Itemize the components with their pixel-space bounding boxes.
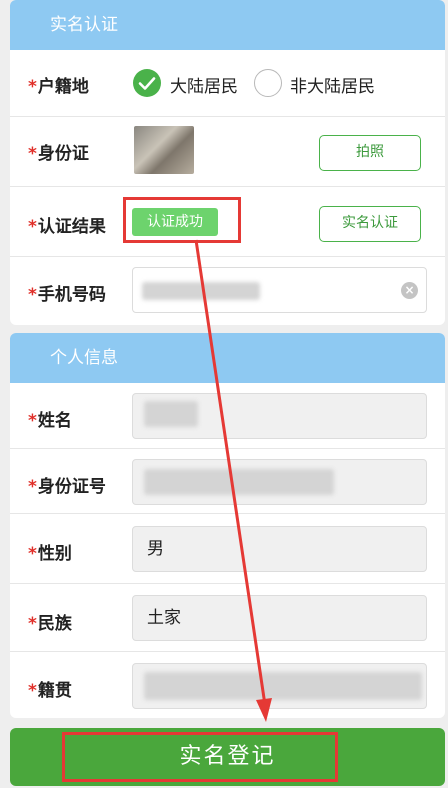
- name-label: *姓名: [28, 411, 72, 431]
- household-row: *户籍地 大陆居民 非大陆居民: [10, 50, 445, 116]
- clear-icon[interactable]: ×: [401, 282, 418, 299]
- native-place-label: *籍贯: [28, 681, 72, 701]
- phone-label: *手机号码: [28, 285, 106, 305]
- ethnicity-field[interactable]: 土家: [132, 595, 427, 641]
- verify-section-title: 实名认证: [10, 0, 445, 50]
- personal-card: 个人信息 *姓名 *身份证号 *性别 男 *民族 土家 *籍贯: [10, 333, 445, 718]
- personal-section-title: 个人信息: [10, 333, 445, 383]
- name-redacted: [144, 401, 198, 427]
- id-number-row: *身份证号: [10, 448, 445, 514]
- take-photo-button[interactable]: 拍照: [319, 135, 421, 171]
- radio-non-mainland[interactable]: [254, 69, 282, 97]
- id-number-redacted: [144, 469, 334, 495]
- household-label: *户籍地: [28, 77, 89, 97]
- annotation-highlight-submit: [62, 732, 338, 782]
- gender-field[interactable]: 男: [132, 526, 427, 572]
- phone-redacted: [142, 282, 260, 300]
- option-mainland-label[interactable]: 大陆居民: [170, 72, 238, 97]
- native-place-redacted: [144, 672, 422, 700]
- option-non-mainland-label[interactable]: 非大陆居民: [290, 72, 375, 97]
- verify-result-row: *认证结果 认证成功 实名认证: [10, 186, 445, 257]
- radio-mainland-checked[interactable]: [133, 69, 161, 97]
- real-name-verify-button[interactable]: 实名认证: [319, 206, 421, 242]
- id-number-label: *身份证号: [28, 477, 106, 497]
- annotation-highlight-badge: [123, 197, 241, 243]
- verify-card: 实名认证 *户籍地 大陆居民 非大陆居民 *身份证 拍照 *认证结果 认证成功 …: [10, 0, 445, 325]
- id-card-label: *身份证: [28, 144, 89, 164]
- id-card-photo-thumbnail[interactable]: [134, 126, 194, 174]
- checkmark-icon: [138, 77, 156, 90]
- gender-label: *性别: [28, 544, 72, 564]
- native-place-row: *籍贯: [10, 651, 445, 718]
- name-row: *姓名: [10, 383, 445, 448]
- verify-result-label: *认证结果: [28, 217, 106, 237]
- phone-row: *手机号码 ×: [10, 256, 445, 325]
- gender-row: *性别 男: [10, 513, 445, 584]
- ethnicity-label: *民族: [28, 614, 72, 634]
- ethnicity-row: *民族 土家: [10, 583, 445, 652]
- id-card-row: *身份证 拍照: [10, 116, 445, 187]
